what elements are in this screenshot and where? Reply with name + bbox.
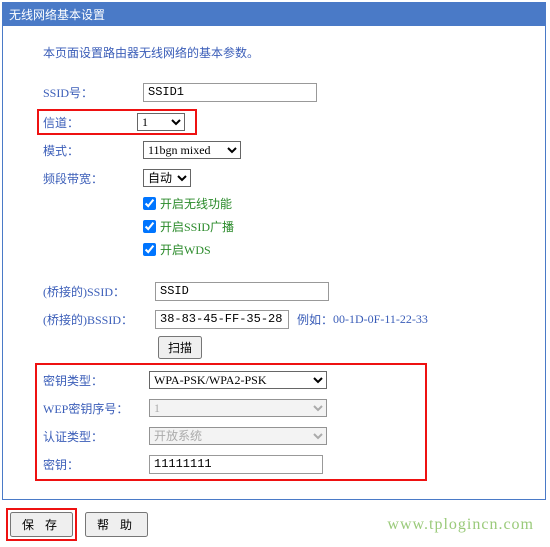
save-highlight: 保 存 <box>6 508 77 541</box>
wepidx-label: WEP密钥序号： <box>43 400 149 417</box>
enable-wireless-label: 开启无线功能 <box>160 195 232 212</box>
ssid-row: SSID号： <box>43 81 505 103</box>
bssid-example-value: 00-1D-0F-11-22-33 <box>333 312 428 327</box>
watermark-text: www.tplogincn.com <box>387 516 534 534</box>
keytype-label: 密钥类型： <box>43 372 149 389</box>
authtype-select: 开放系统 <box>149 427 327 445</box>
key-input[interactable] <box>149 455 323 474</box>
mode-select[interactable]: 11bgn mixed <box>143 141 241 159</box>
scan-row: 扫描 <box>143 336 505 359</box>
scan-button[interactable]: 扫描 <box>158 336 202 359</box>
key-label: 密钥： <box>43 456 149 473</box>
enable-wds-row: 开启WDS <box>143 241 505 258</box>
channel-label: 信道： <box>43 114 137 131</box>
bridge-bssid-row: (桥接的)BSSID： 例如： 00-1D-0F-11-22-33 <box>43 308 505 330</box>
keytype-row: 密钥类型： WPA-PSK/WPA2-PSK <box>43 369 419 391</box>
mode-label: 模式： <box>43 142 143 159</box>
settings-panel: 无线网络基本设置 本页面设置路由器无线网络的基本参数。 SSID号： 信道： 1… <box>2 2 546 500</box>
key-row: 密钥： <box>43 453 419 475</box>
bandwidth-select[interactable]: 自动 <box>143 169 191 187</box>
channel-highlight: 信道： 1 <box>37 109 197 135</box>
enable-wds-label: 开启WDS <box>160 241 211 258</box>
authtype-label: 认证类型： <box>43 428 149 445</box>
enable-ssid-broadcast-row: 开启SSID广播 <box>143 218 505 235</box>
bridge-bssid-label: (桥接的)BSSID： <box>43 311 155 328</box>
mode-row: 模式： 11bgn mixed <box>43 139 505 161</box>
enable-wds-checkbox[interactable] <box>143 243 156 256</box>
bottom-bar: 保 存 帮 助 www.tplogincn.com <box>2 502 546 547</box>
bottom-buttons: 保 存 帮 助 <box>6 508 148 541</box>
title-bar: 无线网络基本设置 <box>3 3 545 26</box>
help-button[interactable]: 帮 助 <box>85 512 148 537</box>
bridge-ssid-label: (桥接的)SSID： <box>43 283 155 300</box>
channel-select[interactable]: 1 <box>137 113 185 131</box>
bssid-example-label: 例如： <box>297 311 333 328</box>
bridge-bssid-input[interactable] <box>155 310 289 329</box>
enable-ssid-broadcast-checkbox[interactable] <box>143 220 156 233</box>
authtype-row: 认证类型： 开放系统 <box>43 425 419 447</box>
enable-ssid-broadcast-label: 开启SSID广播 <box>160 218 234 235</box>
keytype-select[interactable]: WPA-PSK/WPA2-PSK <box>149 371 327 389</box>
bridge-ssid-row: (桥接的)SSID： <box>43 280 505 302</box>
enable-wireless-checkbox[interactable] <box>143 197 156 210</box>
wepidx-row: WEP密钥序号： 1 <box>43 397 419 419</box>
ssid-input[interactable] <box>143 83 317 102</box>
enable-wireless-row: 开启无线功能 <box>143 195 505 212</box>
ssid-label: SSID号： <box>43 84 143 101</box>
title-text: 无线网络基本设置 <box>9 8 105 22</box>
bandwidth-row: 频段带宽： 自动 <box>43 167 505 189</box>
save-button[interactable]: 保 存 <box>10 512 73 537</box>
bridge-ssid-input[interactable] <box>155 282 329 301</box>
bandwidth-label: 频段带宽： <box>43 170 143 187</box>
wepidx-select: 1 <box>149 399 327 417</box>
security-highlight: 密钥类型： WPA-PSK/WPA2-PSK WEP密钥序号： 1 认证类型： … <box>35 363 427 481</box>
intro-text: 本页面设置路由器无线网络的基本参数。 <box>43 44 505 61</box>
content-area: 本页面设置路由器无线网络的基本参数。 SSID号： 信道： 1 模式： 11bg… <box>3 26 545 499</box>
